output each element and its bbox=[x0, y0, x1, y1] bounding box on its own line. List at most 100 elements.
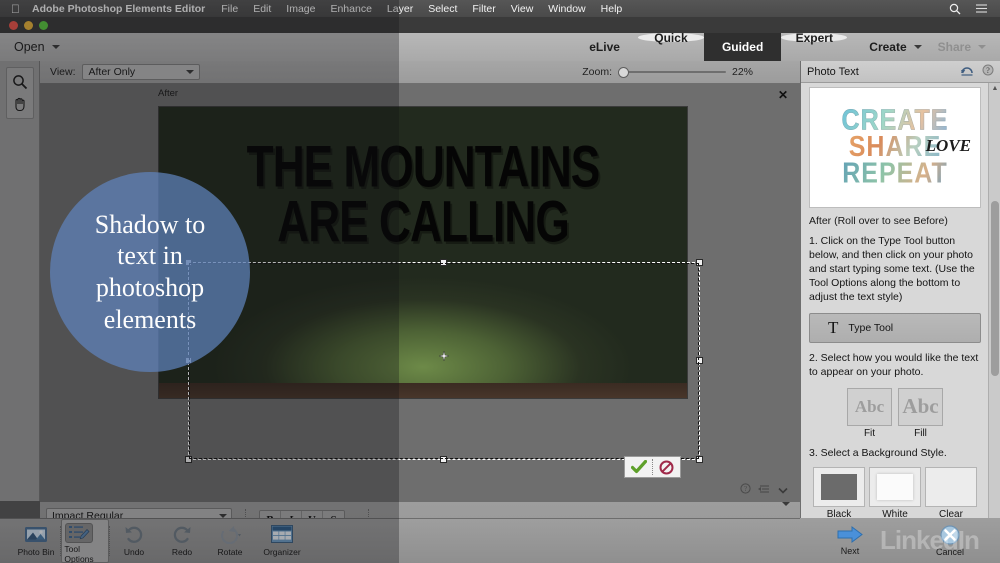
panel-body: CREATE SHARE REPEAT LOVE After (Roll ove… bbox=[801, 83, 989, 541]
menu-item-file[interactable]: File bbox=[221, 3, 238, 15]
redo-arrow-icon bbox=[168, 522, 196, 546]
zoom-label: Zoom: bbox=[582, 66, 612, 78]
minimize-window-button[interactable] bbox=[24, 20, 33, 30]
tab-guided[interactable]: Guided bbox=[703, 33, 782, 61]
taskbar-tool-options-label: Tool Options bbox=[64, 544, 94, 563]
apple-logo-icon[interactable]:  bbox=[11, 3, 20, 15]
maximize-window-button[interactable] bbox=[39, 20, 48, 30]
next-label: Next bbox=[840, 546, 860, 556]
taskbar-redo[interactable]: Redo bbox=[158, 519, 206, 563]
panel-title: Photo Text bbox=[807, 65, 859, 78]
chevron-down-icon bbox=[185, 70, 194, 74]
menu-item-enhance[interactable]: Enhance bbox=[330, 3, 371, 15]
taskbar-undo-label: Undo bbox=[123, 547, 145, 557]
organizer-grid-icon bbox=[268, 522, 296, 546]
create-button[interactable]: Create bbox=[869, 40, 922, 54]
help-icon[interactable]: ? bbox=[740, 481, 751, 499]
tool-strip bbox=[0, 61, 40, 501]
open-button-label: Open bbox=[14, 40, 45, 54]
menu-item-edit[interactable]: Edit bbox=[253, 3, 271, 15]
taskbar-photo-bin-label: Photo Bin bbox=[17, 547, 55, 557]
zoom-slider-knob[interactable] bbox=[618, 66, 629, 78]
menu-item-select[interactable]: Select bbox=[428, 3, 457, 15]
handle-top-right[interactable] bbox=[696, 259, 703, 266]
handle-bottom-middle[interactable] bbox=[440, 456, 447, 463]
open-button[interactable]: Open bbox=[0, 33, 72, 61]
photo-bin-icon bbox=[22, 522, 50, 546]
fit-label: Fit bbox=[863, 427, 876, 439]
photo-text-layer[interactable]: THE MOUNTAINS ARE CALLING bbox=[175, 136, 671, 250]
bg-white-swatch bbox=[869, 466, 921, 507]
menu-item-view[interactable]: View bbox=[511, 3, 534, 15]
cancel-circle-icon[interactable] bbox=[653, 460, 680, 475]
zoom-value: 22% bbox=[732, 66, 754, 78]
fill-thumbnail: Abc bbox=[898, 387, 943, 426]
bg-clear-swatch bbox=[925, 466, 977, 507]
options-bar: View: After Only Zoom: 22% bbox=[40, 61, 800, 84]
handle-bottom-left[interactable] bbox=[185, 456, 192, 463]
svg-text:?: ? bbox=[986, 66, 990, 75]
next-arrow-icon bbox=[837, 526, 863, 543]
view-label: View: bbox=[50, 66, 76, 78]
scrollbar-thumb[interactable] bbox=[991, 201, 999, 376]
fit-fill-choices: Abc Fit Abc Fill bbox=[809, 387, 981, 439]
zoom-slider[interactable] bbox=[618, 66, 726, 78]
handle-middle-right[interactable] bbox=[696, 357, 703, 364]
bg-style-white[interactable]: White bbox=[869, 466, 921, 520]
close-icon[interactable]: ✕ bbox=[778, 88, 788, 102]
undo-panel-icon[interactable] bbox=[960, 65, 974, 79]
guided-footer: Next Cancel bbox=[800, 518, 1000, 563]
taskbar-rotate[interactable]: Rotate bbox=[206, 519, 254, 563]
handle-bottom-right[interactable] bbox=[696, 456, 703, 463]
menu-item-window[interactable]: Window bbox=[548, 3, 585, 15]
share-button[interactable]: Share bbox=[938, 40, 986, 54]
bg-style-clear[interactable]: Clear bbox=[925, 466, 977, 520]
application-name: Adobe Photoshop Elements Editor bbox=[23, 2, 205, 15]
zoom-tool-icon[interactable] bbox=[8, 71, 32, 93]
appbar-actions: Create Share bbox=[847, 33, 1000, 61]
fit-option[interactable]: Abc Fit bbox=[847, 387, 892, 439]
panel-scrollbar[interactable]: ▲ ▼ bbox=[988, 83, 1000, 541]
application-toolbar: Open eLive Quick Guided Expert Create Sh… bbox=[0, 31, 1000, 61]
menu-item-image[interactable]: Image bbox=[286, 3, 315, 15]
commit-cancel-bar bbox=[624, 456, 681, 478]
next-button[interactable]: Next bbox=[836, 525, 864, 556]
macos-menubar:  Adobe Photoshop Elements Editor File E… bbox=[0, 0, 1000, 17]
hand-tool-icon[interactable] bbox=[8, 93, 32, 115]
bg-style-black[interactable]: Black bbox=[813, 466, 865, 520]
taskbar-organizer[interactable]: Organizer bbox=[254, 519, 310, 563]
help-icon[interactable]: ? bbox=[982, 64, 994, 79]
fill-option[interactable]: Abc Fill bbox=[898, 387, 943, 439]
view-select[interactable]: After Only bbox=[81, 64, 200, 80]
type-tool-button[interactable]: T Type Tool bbox=[809, 312, 981, 343]
canvas-status-icons: ? bbox=[740, 481, 788, 499]
window-controls bbox=[0, 20, 48, 30]
bg-black-swatch bbox=[813, 466, 865, 507]
effect-preview-image[interactable]: CREATE SHARE REPEAT LOVE bbox=[809, 87, 981, 208]
list-icon[interactable] bbox=[975, 3, 988, 14]
taskbar-undo[interactable]: Undo bbox=[110, 519, 158, 563]
taskbar-photo-bin[interactable]: Photo Bin bbox=[12, 519, 60, 563]
scroll-up-arrow-icon[interactable]: ▲ bbox=[989, 83, 1000, 94]
chevron-down-icon[interactable] bbox=[778, 481, 788, 499]
tab-quick[interactable]: Quick bbox=[637, 31, 704, 45]
tab-elive[interactable]: eLive bbox=[571, 33, 638, 61]
close-window-button[interactable] bbox=[9, 20, 18, 30]
type-tool-icon: T bbox=[828, 317, 839, 337]
panel-menu-icon[interactable] bbox=[758, 481, 771, 499]
tab-expert[interactable]: Expert bbox=[781, 31, 848, 45]
undo-arrow-icon bbox=[120, 522, 148, 546]
taskbar-tool-options[interactable]: Tool Options bbox=[61, 519, 109, 563]
rotate-arrow-icon bbox=[216, 522, 244, 546]
preview-line-3: REPEAT bbox=[842, 157, 948, 190]
menu-item-layer[interactable]: Layer bbox=[387, 3, 413, 15]
commit-checkmark-icon[interactable] bbox=[625, 460, 652, 474]
search-icon[interactable] bbox=[949, 3, 961, 15]
step-3-text: 3. Select a Background Style. bbox=[809, 446, 947, 459]
tool-options-icon bbox=[65, 523, 93, 543]
menu-item-filter[interactable]: Filter bbox=[472, 3, 495, 15]
zoom-slider-track bbox=[618, 71, 726, 73]
menu-item-help[interactable]: Help bbox=[601, 3, 623, 15]
svg-text:?: ? bbox=[744, 485, 747, 493]
cancel-button[interactable]: Cancel bbox=[936, 524, 964, 557]
